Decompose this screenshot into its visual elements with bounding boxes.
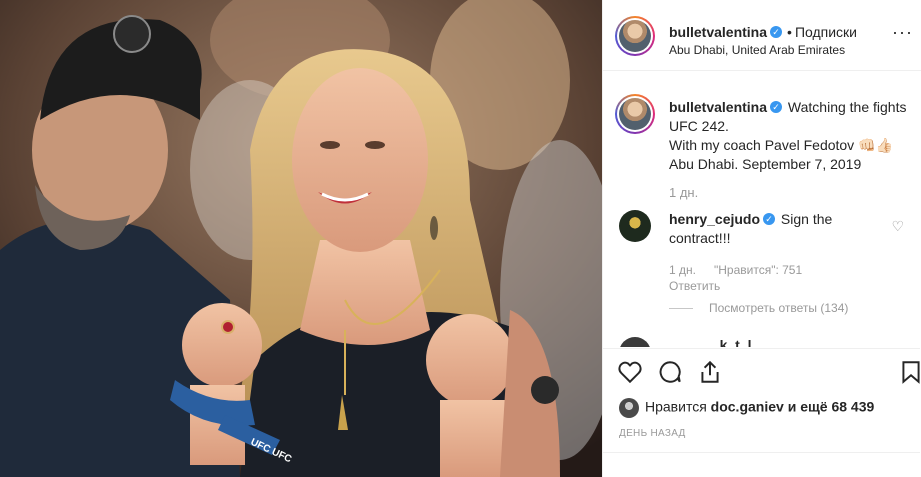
- verified-badge-icon: ✓: [763, 213, 776, 226]
- liked-by-user[interactable]: doc.ganiev: [711, 399, 784, 415]
- post-side-panel: bulletvalentina ✓ • Подписки Abu Dhabi, Uni…: [602, 0, 921, 477]
- comment-meta: 1 дн. "Нравится": 751: [669, 263, 802, 277]
- like-heart-icon[interactable]: [617, 359, 643, 385]
- instagram-post: UFC UFC bulletvalentina ✓ • Подписки Abu Dh…: [0, 0, 921, 477]
- replies-divider-line: [669, 308, 693, 310]
- view-replies-button[interactable]: Посмотреть ответы (134): [669, 301, 848, 315]
- liked-by-prefix: Нравится: [645, 398, 707, 415]
- more-options-icon[interactable]: ···: [892, 22, 913, 43]
- reply-button[interactable]: Ответить: [669, 279, 720, 293]
- post-caption: bulletvalentina ✓ Watching the fights UFC…: [669, 98, 914, 174]
- comments-area[interactable]: bulletvalentina ✓ Watching the fights UFC…: [603, 71, 920, 347]
- commenter-avatar[interactable]: [619, 210, 651, 242]
- liked-by-count[interactable]: и ещё 68 439: [788, 399, 875, 415]
- share-icon[interactable]: [697, 359, 723, 385]
- comment-text: henry_cejudo ✓ Sign the contract!!!: [669, 210, 884, 248]
- action-bar: [603, 348, 920, 395]
- add-comment-area[interactable]: [603, 452, 920, 477]
- author-username[interactable]: bulletvalentina: [669, 24, 767, 40]
- commenter-username[interactable]: henry_cejudo: [669, 211, 760, 227]
- comment-time[interactable]: 1 дн.: [669, 263, 696, 277]
- next-comment-partial: ___ ___k_t_l ___ ___: [669, 337, 807, 347]
- following-button[interactable]: Подписки: [795, 24, 857, 40]
- post-photo[interactable]: UFC UFC: [0, 0, 602, 477]
- bookmark-icon[interactable]: [898, 359, 921, 385]
- caption-time[interactable]: 1 дн.: [669, 185, 698, 200]
- comment-likes[interactable]: "Нравится": 751: [714, 263, 802, 277]
- caption-username[interactable]: bulletvalentina: [669, 99, 767, 115]
- separator-dot: •: [787, 24, 792, 40]
- verified-badge-icon: ✓: [770, 101, 783, 114]
- photo-illustration: UFC UFC: [0, 0, 602, 477]
- caption-avatar[interactable]: [615, 94, 655, 134]
- header-top-line: bulletvalentina ✓ • Подписки: [669, 24, 857, 40]
- comment-bubble-icon[interactable]: [657, 359, 683, 385]
- liked-by-row[interactable]: Нравится doc.ganiev и ещё 68 439: [619, 398, 874, 418]
- author-avatar[interactable]: [615, 16, 655, 56]
- comment-like-icon[interactable]: ♡: [891, 218, 904, 235]
- caption-line: UFC 242.: [669, 118, 729, 134]
- caption-line: Abu Dhabi. September 7, 2019: [669, 156, 862, 172]
- liked-by-avatar[interactable]: [619, 398, 639, 418]
- caption-line: With my coach Pavel Fedotov 👊🏻👍🏻: [669, 137, 893, 153]
- caption-line: Watching the fights: [787, 99, 907, 115]
- post-date[interactable]: ДЕНЬ НАЗАД: [619, 428, 686, 439]
- verified-badge-icon: ✓: [770, 26, 783, 39]
- next-commenter-avatar[interactable]: [619, 337, 651, 347]
- location-link[interactable]: Abu Dhabi, United Arab Emirates: [669, 43, 845, 57]
- post-header: bulletvalentina ✓ • Подписки Abu Dhabi, Uni…: [603, 0, 921, 71]
- view-replies-label: Посмотреть ответы (134): [709, 301, 849, 315]
